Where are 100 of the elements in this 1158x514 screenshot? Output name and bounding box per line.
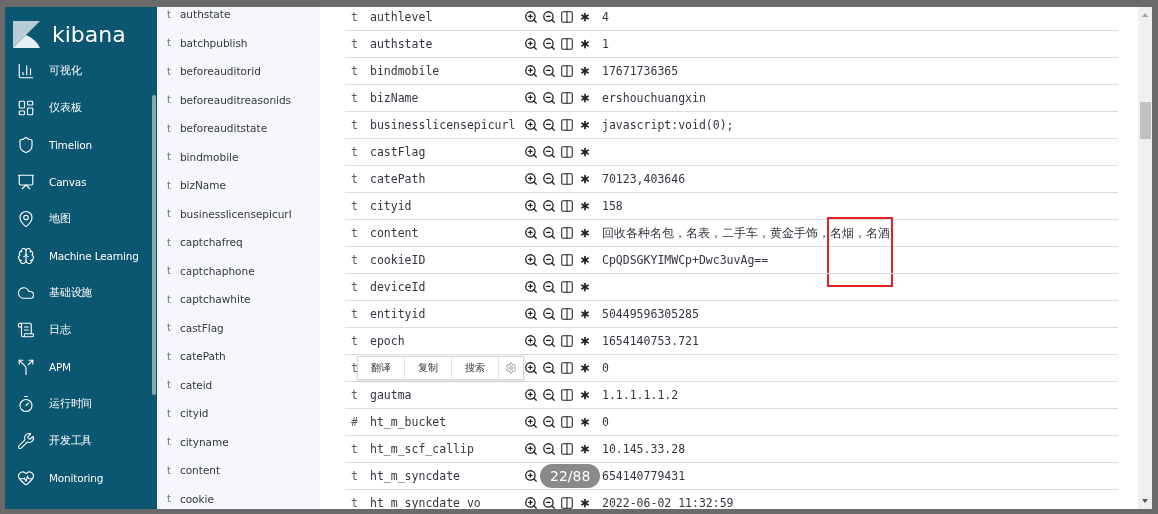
zoom-out-button[interactable] bbox=[542, 10, 556, 24]
columns-button[interactable] bbox=[560, 226, 574, 240]
zoom-in-button[interactable] bbox=[524, 334, 538, 348]
menu-item[interactable]: 翻译 bbox=[358, 357, 405, 379]
zoom-out-button[interactable] bbox=[542, 442, 556, 456]
zoom-out-button[interactable] bbox=[542, 253, 556, 267]
zoom-in-button[interactable] bbox=[524, 442, 538, 456]
columns-button[interactable] bbox=[560, 253, 574, 267]
asterisk-button[interactable] bbox=[578, 334, 592, 348]
zoom-in-button[interactable] bbox=[524, 388, 538, 402]
columns-button[interactable] bbox=[560, 118, 574, 132]
columns-button[interactable] bbox=[560, 361, 574, 375]
nav-item[interactable]: 可视化 bbox=[5, 52, 157, 89]
field-name[interactable]: captchawhite bbox=[179, 293, 251, 306]
zoom-out-button[interactable] bbox=[542, 118, 556, 132]
zoom-in-button[interactable] bbox=[524, 469, 538, 483]
menu-item[interactable]: 复制 bbox=[405, 357, 452, 379]
asterisk-button[interactable] bbox=[578, 172, 592, 186]
zoom-out-button[interactable] bbox=[542, 307, 556, 321]
nav-item[interactable]: Canvas bbox=[5, 163, 157, 200]
zoom-in-button[interactable] bbox=[524, 253, 538, 267]
field-name[interactable]: cateid bbox=[179, 378, 213, 391]
zoom-out-button[interactable] bbox=[542, 91, 556, 105]
nav-item[interactable]: Machine Learning bbox=[5, 237, 157, 274]
zoom-out-button[interactable] bbox=[542, 388, 556, 402]
columns-button[interactable] bbox=[560, 496, 574, 509]
field-name[interactable]: captchafreq bbox=[179, 236, 243, 249]
field-name[interactable]: cityid bbox=[179, 407, 209, 420]
asterisk-button[interactable] bbox=[578, 64, 592, 78]
zoom-out-button[interactable] bbox=[542, 415, 556, 429]
field-name[interactable]: catePath bbox=[179, 350, 226, 363]
asterisk-button[interactable] bbox=[578, 388, 592, 402]
zoom-in-button[interactable] bbox=[524, 172, 538, 186]
zoom-out-button[interactable] bbox=[542, 334, 556, 348]
asterisk-button[interactable] bbox=[578, 37, 592, 51]
asterisk-button[interactable] bbox=[578, 226, 592, 240]
asterisk-button[interactable] bbox=[578, 91, 592, 105]
field-name[interactable]: authstate bbox=[179, 8, 231, 21]
nav-item[interactable]: 基础设施 bbox=[5, 274, 157, 311]
nav-item[interactable]: 地图 bbox=[5, 200, 157, 237]
columns-button[interactable] bbox=[560, 145, 574, 159]
asterisk-button[interactable] bbox=[578, 253, 592, 267]
columns-button[interactable] bbox=[560, 280, 574, 294]
columns-button[interactable] bbox=[560, 415, 574, 429]
asterisk-button[interactable] bbox=[578, 280, 592, 294]
zoom-out-button[interactable] bbox=[542, 172, 556, 186]
zoom-in-button[interactable] bbox=[524, 361, 538, 375]
field-name[interactable]: captchaphone bbox=[179, 264, 255, 277]
field-name[interactable]: cityname bbox=[179, 435, 229, 448]
zoom-in-button[interactable] bbox=[524, 199, 538, 213]
field-name[interactable]: cookie bbox=[179, 492, 214, 505]
zoom-out-button[interactable] bbox=[542, 226, 556, 240]
columns-button[interactable] bbox=[560, 172, 574, 186]
field-name[interactable]: businesslicensepicurl bbox=[179, 207, 292, 220]
nav-item[interactable]: Timelion bbox=[5, 126, 157, 163]
scrollbar[interactable] bbox=[1138, 7, 1152, 509]
columns-button[interactable] bbox=[560, 64, 574, 78]
scroll-down-icon[interactable] bbox=[1142, 499, 1148, 503]
zoom-out-button[interactable] bbox=[542, 496, 556, 509]
zoom-in-button[interactable] bbox=[524, 145, 538, 159]
columns-button[interactable] bbox=[560, 37, 574, 51]
asterisk-button[interactable] bbox=[578, 442, 592, 456]
field-name[interactable]: batchpublish bbox=[179, 36, 248, 49]
field-name[interactable]: content bbox=[179, 464, 221, 477]
columns-button[interactable] bbox=[560, 10, 574, 24]
zoom-in-button[interactable] bbox=[524, 64, 538, 78]
zoom-in-button[interactable] bbox=[524, 496, 538, 509]
zoom-in-button[interactable] bbox=[524, 226, 538, 240]
columns-button[interactable] bbox=[560, 388, 574, 402]
zoom-out-button[interactable] bbox=[542, 37, 556, 51]
scrollbar-thumb[interactable] bbox=[1140, 102, 1151, 139]
asterisk-button[interactable] bbox=[578, 361, 592, 375]
zoom-in-button[interactable] bbox=[524, 118, 538, 132]
field-name[interactable]: beforeauditstate bbox=[179, 122, 268, 135]
asterisk-button[interactable] bbox=[578, 10, 592, 24]
columns-button[interactable] bbox=[560, 91, 574, 105]
asterisk-button[interactable] bbox=[578, 415, 592, 429]
zoom-in-button[interactable] bbox=[524, 307, 538, 321]
zoom-in-button[interactable] bbox=[524, 37, 538, 51]
nav-item[interactable]: APM bbox=[5, 348, 157, 385]
field-name[interactable]: bizName bbox=[179, 179, 226, 192]
zoom-out-button[interactable] bbox=[542, 64, 556, 78]
zoom-out-button[interactable] bbox=[542, 361, 556, 375]
field-name[interactable]: beforeauditreasonids bbox=[179, 93, 292, 106]
zoom-in-button[interactable] bbox=[524, 280, 538, 294]
field-name[interactable]: bindmobile bbox=[179, 150, 239, 163]
columns-button[interactable] bbox=[560, 334, 574, 348]
asterisk-button[interactable] bbox=[578, 118, 592, 132]
nav-item[interactable]: 运行时间 bbox=[5, 385, 157, 422]
columns-button[interactable] bbox=[560, 442, 574, 456]
zoom-in-button[interactable] bbox=[524, 415, 538, 429]
scrollbar-thumb[interactable] bbox=[152, 95, 156, 395]
nav-item[interactable]: 开发工具 bbox=[5, 422, 157, 459]
field-name[interactable]: castFlag bbox=[179, 321, 224, 334]
zoom-in-button[interactable] bbox=[524, 10, 538, 24]
asterisk-button[interactable] bbox=[578, 199, 592, 213]
zoom-out-button[interactable] bbox=[542, 280, 556, 294]
asterisk-button[interactable] bbox=[578, 496, 592, 509]
zoom-out-button[interactable] bbox=[542, 199, 556, 213]
columns-button[interactable] bbox=[560, 199, 574, 213]
